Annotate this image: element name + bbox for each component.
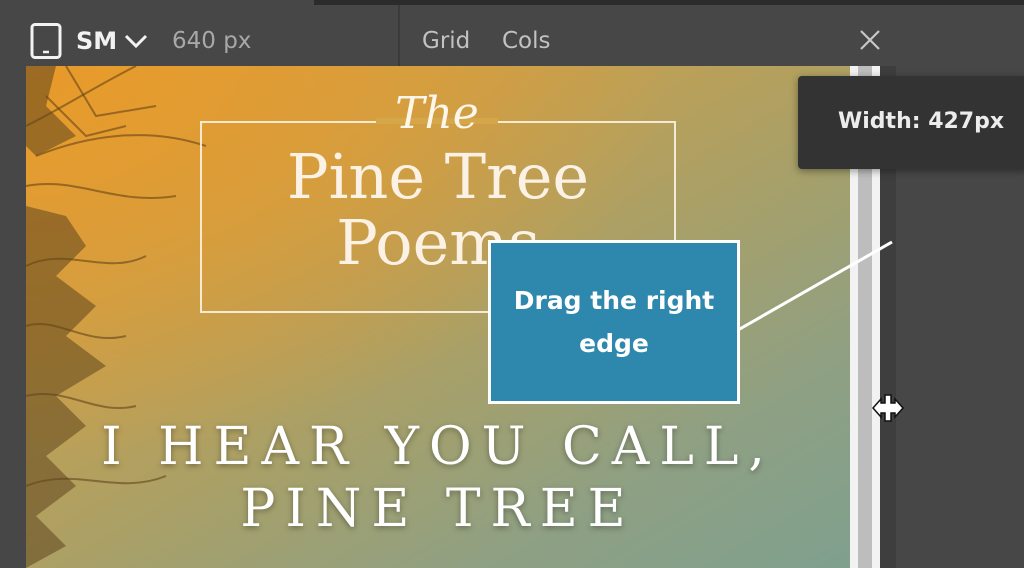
resize-horizontal-cursor-icon (872, 394, 904, 422)
callout-text: Drag the right edge (513, 286, 715, 358)
breakpoint-label[interactable]: SM (76, 24, 117, 58)
chevron-down-icon[interactable] (122, 31, 150, 51)
callout-box: Drag the right edge (488, 240, 740, 404)
grid-toggle[interactable]: Grid (422, 24, 470, 58)
toolbar-divider (398, 5, 400, 66)
width-tooltip: Width: 427px (798, 76, 1024, 169)
title-the: The (395, 88, 479, 139)
tablet-icon[interactable] (30, 23, 62, 59)
headline-line-2: PINE TREE (240, 479, 636, 539)
title-line-1: Pine Tree (286, 140, 590, 213)
close-icon[interactable] (858, 28, 882, 52)
width-value: 640 px (172, 28, 252, 54)
headline-line-1: I HEAR YOU CALL, (101, 417, 775, 477)
top-strip (314, 0, 1024, 5)
width-tooltip-text: Width: 427px (838, 109, 1005, 134)
headline: I HEAR YOU CALL, PINE TREE (26, 416, 850, 540)
toolbar: SM 640 px Grid Cols (0, 0, 1024, 66)
cols-toggle[interactable]: Cols (502, 24, 551, 58)
